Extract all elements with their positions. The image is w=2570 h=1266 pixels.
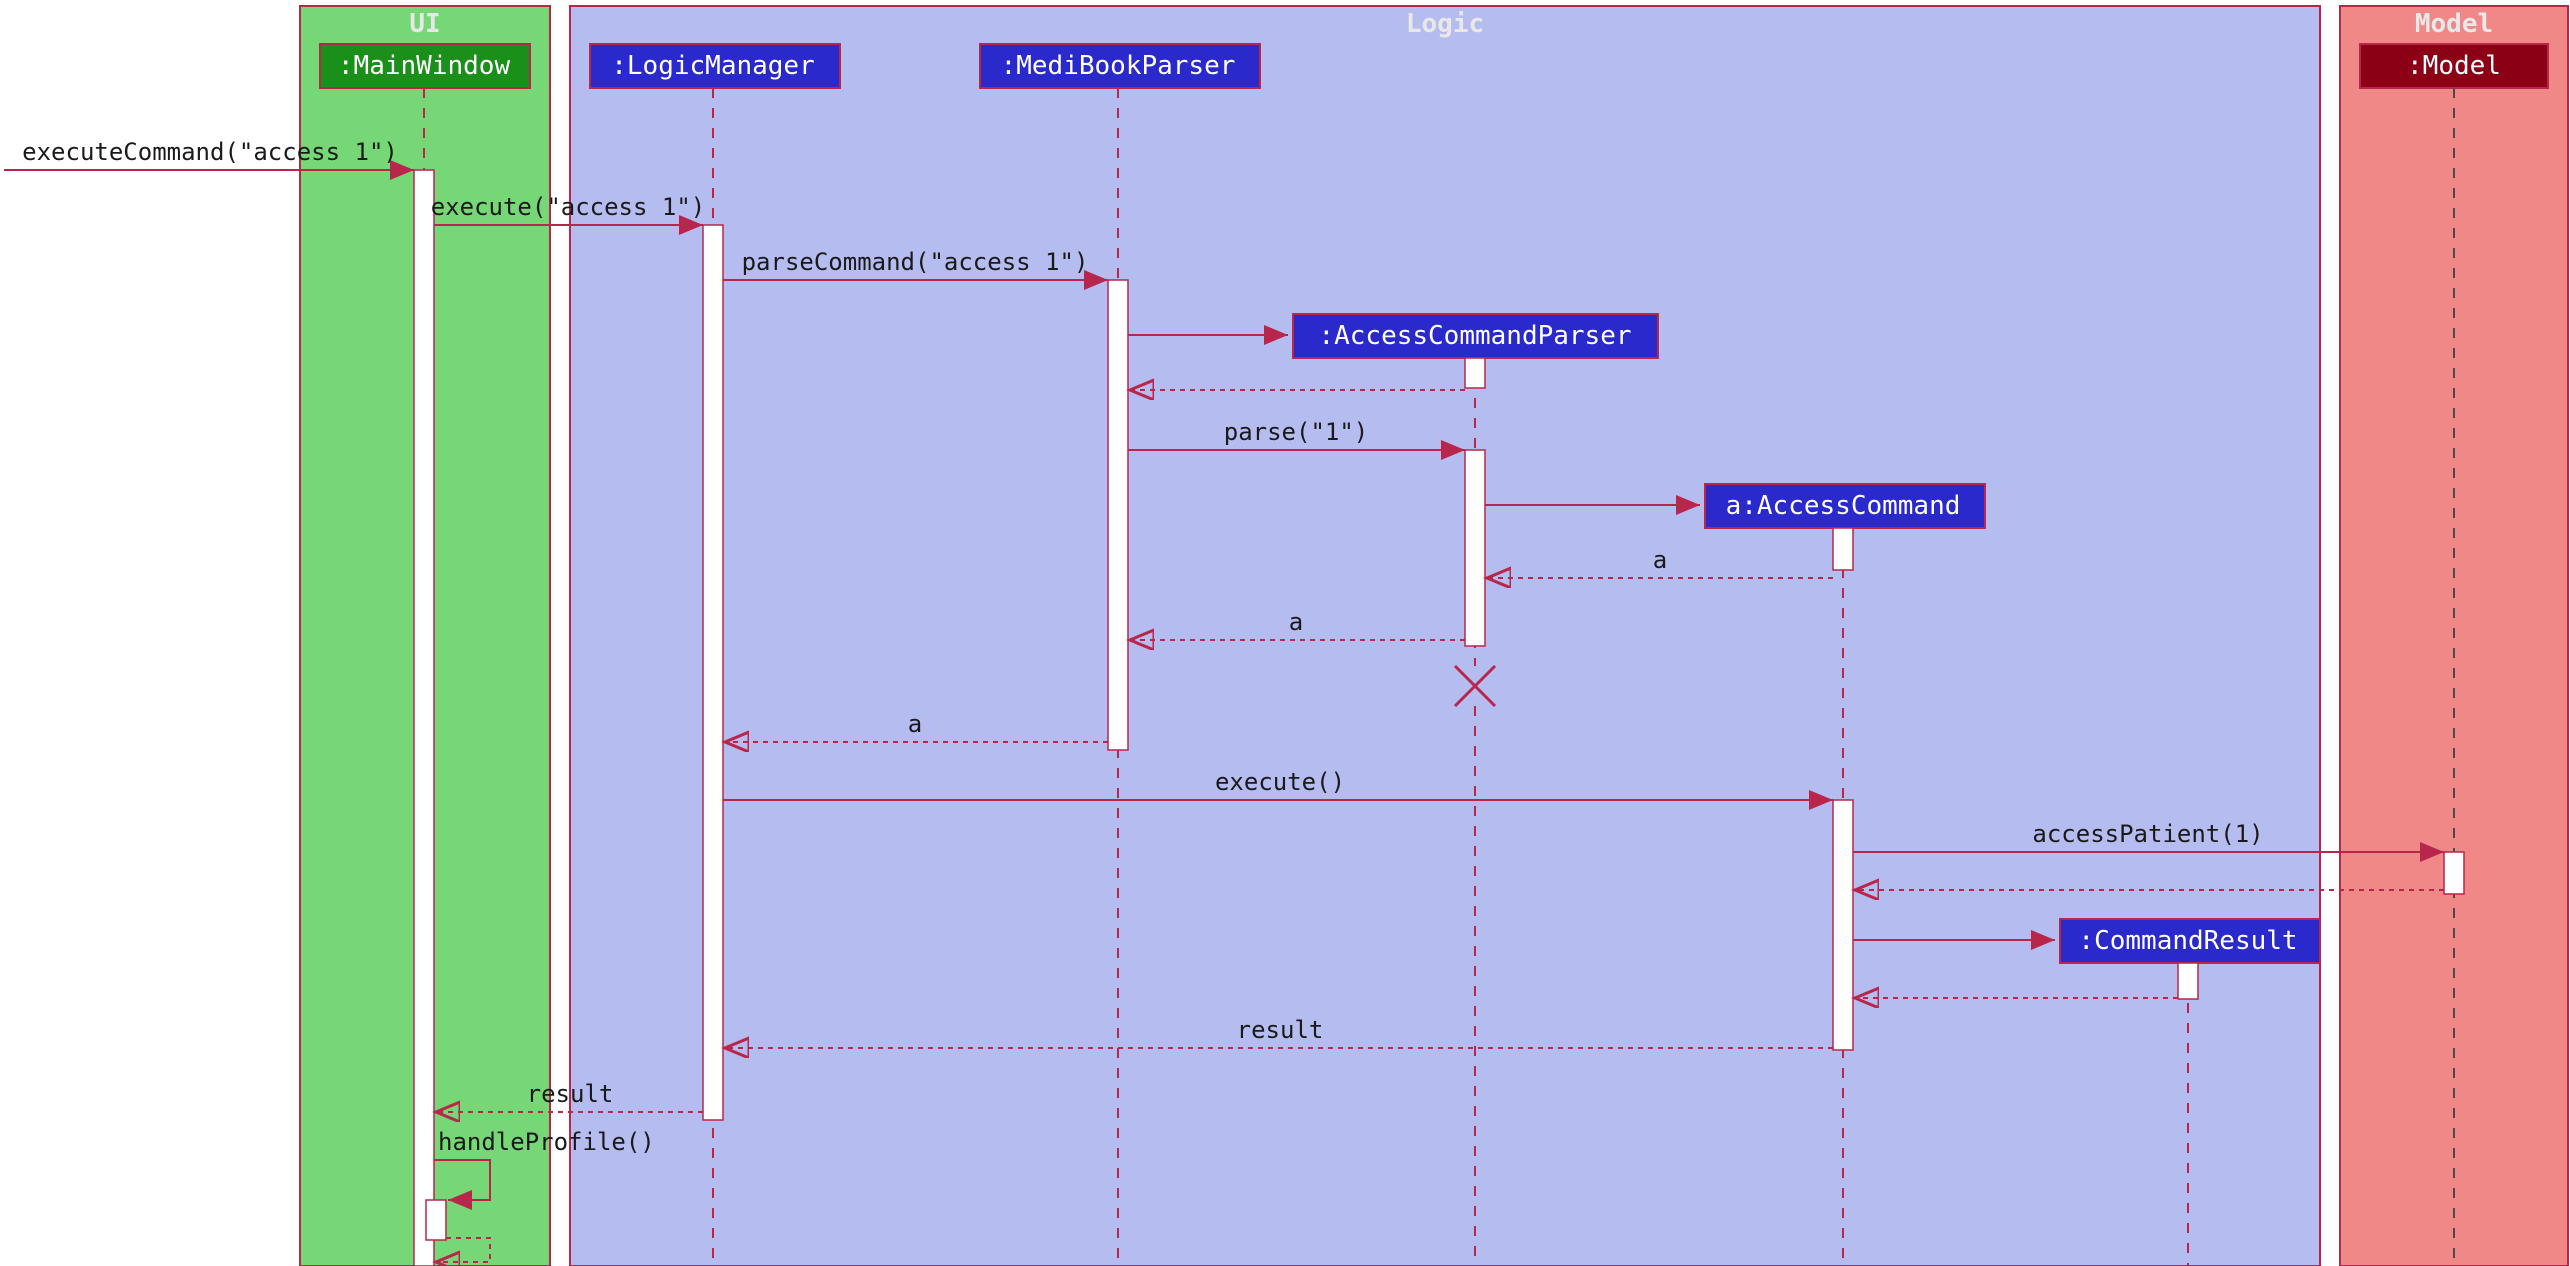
msg-executecommand: executeCommand("access 1") [4,138,414,170]
sequence-diagram: UI Logic Model :MainWindow :LogicManager… [0,0,2570,1266]
activation-accesscommand-execute [1833,800,1853,1050]
msg-handleprofile-label: handleProfile() [438,1128,655,1156]
msg-execute-label: execute("access 1") [431,193,706,221]
msg-parsecommand-label: parseCommand("access 1") [742,248,1089,276]
return-result-1-label: result [1237,1016,1324,1044]
return-a-1-label: a [1653,546,1667,574]
logic-box: Logic [570,6,2320,1266]
msg-parse-label: parse("1") [1224,418,1369,446]
activation-accesscommand-create [1833,528,1853,570]
return-a-2-label: a [1289,608,1303,636]
logic-box-label: Logic [1406,9,1484,39]
participant-commandresult-label: :CommandResult [2078,926,2297,956]
msg-executecommand-label: executeCommand("access 1") [22,138,398,166]
participant-accesscommandparser-label: :AccessCommandParser [1318,321,1631,351]
return-a-3-label: a [908,710,922,738]
activation-logicmanager [703,225,723,1120]
participant-logicmanager-label: :LogicManager [611,51,815,81]
activation-mainwindow [414,170,434,1266]
participant-mainwindow-label: :MainWindow [338,51,511,81]
model-box-label: Model [2415,9,2493,39]
participant-medibookparser-label: :MediBookParser [1001,51,1236,81]
ui-box-label: UI [409,9,440,39]
msg-accesspatient-label: accessPatient(1) [2032,820,2263,848]
activation-model [2444,852,2464,894]
activation-medibookparser [1108,280,1128,750]
msg-parsecommand: parseCommand("access 1") [723,248,1108,280]
return-result-2-label: result [527,1080,614,1108]
participant-accesscommand-label: a:AccessCommand [1726,491,1961,521]
msg-execute: execute("access 1") [431,193,706,225]
msg-execute-ac-label: execute() [1215,768,1345,796]
participant-model-label: :Model [2407,51,2501,81]
activation-handleprofile [426,1200,446,1240]
activation-acp-create [1465,358,1485,388]
activation-commandresult [2178,963,2198,999]
activation-acp-parse [1465,450,1485,646]
